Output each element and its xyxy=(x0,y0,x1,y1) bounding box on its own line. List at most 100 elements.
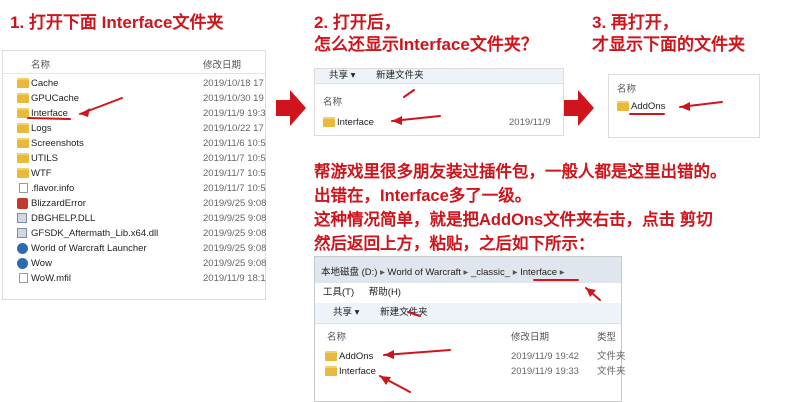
item-date: 2019/11/7 10:5 xyxy=(203,168,266,179)
list-item[interactable]: Interface 2019/11/9 19:3 xyxy=(3,106,266,121)
new-folder-button[interactable]: 新建文件夹 xyxy=(380,303,428,323)
item-name: DBGHELP.DLL xyxy=(31,213,96,224)
item-name: AddOns xyxy=(631,101,666,112)
item-date: 2019/9/25 9:08 xyxy=(203,243,267,254)
menu-bar: 工具(T) 帮助(H) xyxy=(315,285,621,301)
item-date: 2019/9/25 9:08 xyxy=(203,198,267,209)
item-name: Wow xyxy=(31,258,52,269)
explorer-panel-interface: 共享 ▾ 新建文件夹 名称 Interface 2019/11/9 xyxy=(314,68,564,136)
folder-icon xyxy=(17,153,29,163)
column-header-name[interactable]: 名称 xyxy=(327,329,346,343)
item-name: Cache xyxy=(31,78,59,89)
list-item-interface[interactable]: Interface 2019/11/9 19:33 文件夹 xyxy=(315,364,626,379)
list-item[interactable]: GPUCache 2019/10/30 19 xyxy=(3,91,265,106)
item-date: 2019/10/22 17 xyxy=(203,123,264,134)
header-divider xyxy=(3,73,265,74)
breadcrumb-wow[interactable]: World of Warcraft xyxy=(388,267,461,278)
step1-title: 1. 打开下面 Interface文件夹 xyxy=(10,13,224,32)
explanation-line-2: 出错在，Interface多了一级。 xyxy=(314,187,532,205)
breadcrumb-classic[interactable]: _classic_ xyxy=(471,267,510,278)
list-item[interactable]: Wow 2019/9/25 9:08 xyxy=(3,256,267,271)
column-header-name[interactable]: 名称 xyxy=(31,57,50,71)
folder-icon xyxy=(17,108,29,118)
breadcrumb: 本地磁盘 (D:) ▸ World of Warcraft ▸ _classic… xyxy=(321,267,565,278)
item-date: 2019/9/25 9:08 xyxy=(203,258,267,269)
item-type: 文件夹 xyxy=(597,366,626,377)
column-header-date[interactable]: 修改日期 xyxy=(203,57,241,71)
next-step-arrow-1 xyxy=(276,90,306,126)
item-name: Interface xyxy=(31,108,68,119)
list-item-addons[interactable]: AddOns 2019/11/9 19:42 文件夹 xyxy=(315,349,626,364)
item-date: 2019/11/9 19:33 xyxy=(511,366,579,377)
item-name: WTF xyxy=(31,168,52,179)
list-item[interactable]: World of Warcraft Launcher 2019/9/25 9:08 xyxy=(3,241,267,256)
list-item[interactable]: Cache 2019/10/18 17 xyxy=(3,76,265,91)
step2-title-line2: 怎么还显示Interface文件夹？ xyxy=(314,35,538,54)
toolbar: 共享 ▾ 新建文件夹 xyxy=(315,69,563,84)
new-folder-button[interactable]: 新建文件夹 xyxy=(376,69,424,83)
explanation-line-3: 这种情况简单，就是把AddOns文件夹右击，点击 剪切 xyxy=(314,211,713,229)
item-name: Interface xyxy=(339,366,376,377)
list-item[interactable]: .flavor.info 2019/11/7 10:5 xyxy=(3,181,266,196)
item-date: 2019/11/6 10:5 xyxy=(203,138,266,149)
share-button[interactable]: 共享 ▾ xyxy=(329,69,355,83)
item-date: 2019/11/9 18:1 xyxy=(203,273,266,284)
list-item[interactable]: Screenshots 2019/11/6 10:5 xyxy=(3,136,266,151)
list-item[interactable]: BlizzardError 2019/9/25 9:08 xyxy=(3,196,267,211)
folder-icon xyxy=(617,101,629,111)
file-icon xyxy=(19,273,28,283)
item-name: GPUCache xyxy=(31,93,80,104)
next-step-arrow-2 xyxy=(564,90,594,126)
folder-icon xyxy=(17,78,29,88)
item-date: 2019/11/9 19:42 xyxy=(511,351,579,362)
item-name: BlizzardError xyxy=(31,198,86,209)
folder-icon xyxy=(325,351,337,361)
explorer-panel-corrected: 本地磁盘 (D:) ▸ World of Warcraft ▸ _classic… xyxy=(314,256,626,402)
item-type: 文件夹 xyxy=(597,351,626,362)
item-date: 2019/9/25 9:08 xyxy=(203,228,267,239)
step2-title-line1: 2. 打开后， xyxy=(314,13,401,32)
folder-icon xyxy=(17,123,29,133)
explorer-panel-addons: 名称 AddOns xyxy=(608,74,760,138)
column-header-name[interactable]: 名称 xyxy=(617,81,636,95)
column-header-date[interactable]: 修改日期 xyxy=(511,329,549,343)
dll-icon xyxy=(17,213,27,223)
item-date: 2019/11/7 10:5 xyxy=(203,183,266,194)
dll-icon xyxy=(17,228,27,238)
column-header-name[interactable]: 名称 xyxy=(323,94,342,108)
list-item[interactable]: Logs 2019/10/22 17 xyxy=(3,121,265,136)
list-item-interface[interactable]: Interface 2019/11/9 xyxy=(315,115,563,130)
list-item-addons[interactable]: AddOns xyxy=(609,99,759,114)
folder-icon xyxy=(325,366,337,376)
list-item[interactable]: GFSDK_Aftermath_Lib.x64.dll 2019/9/25 9:0… xyxy=(3,226,267,241)
list-item[interactable]: UTILS 2019/11/7 10:5 xyxy=(3,151,266,166)
breadcrumb-drive[interactable]: 本地磁盘 (D:) xyxy=(321,267,377,278)
explanation-line-4: 然后返回上方，粘贴，之后如下所示： xyxy=(314,235,595,253)
explanation-line-1: 帮游戏里很多朋友装过插件包，一般人都是这里出错的。 xyxy=(314,163,727,181)
menu-tools[interactable]: 工具(T) xyxy=(323,287,354,298)
folder-icon xyxy=(17,93,29,103)
folder-icon xyxy=(17,168,29,178)
list-item[interactable]: WTF 2019/11/7 10:5 xyxy=(3,166,266,181)
folder-icon xyxy=(323,117,335,127)
item-date: 2019/9/25 9:08 xyxy=(203,213,267,224)
step3-title-line1: 3. 再打开， xyxy=(592,13,679,32)
address-bar[interactable]: 本地磁盘 (D:) ▸ World of Warcraft ▸ _classic… xyxy=(315,257,621,283)
share-button[interactable]: 共享 ▾ xyxy=(333,303,359,323)
item-date: 2019/10/30 19 xyxy=(203,93,264,104)
breadcrumb-interface[interactable]: Interface xyxy=(520,267,557,278)
item-name: WoW.mfil xyxy=(31,273,71,284)
item-date: 2019/11/7 10:5 xyxy=(203,153,266,164)
step3-title-line2: 才显示下面的文件夹 xyxy=(592,35,745,54)
file-icon xyxy=(19,183,28,193)
column-header-type[interactable]: 类型 xyxy=(597,329,616,343)
item-name: World of Warcraft Launcher xyxy=(31,243,147,254)
item-date: 2019/10/18 17 xyxy=(203,78,264,89)
list-item[interactable]: DBGHELP.DLL 2019/9/25 9:08 xyxy=(3,211,267,226)
list-item[interactable]: WoW.mfil 2019/11/9 18:1 xyxy=(3,271,266,286)
item-date: 2019/11/9 xyxy=(509,117,551,128)
menu-help[interactable]: 帮助(H) xyxy=(369,287,401,298)
item-date: 2019/11/9 19:3 xyxy=(203,108,266,119)
file-list: Cache 2019/10/18 17 GPUCache 2019/10/30 19 I… xyxy=(3,76,267,296)
item-name: AddOns xyxy=(339,351,374,362)
